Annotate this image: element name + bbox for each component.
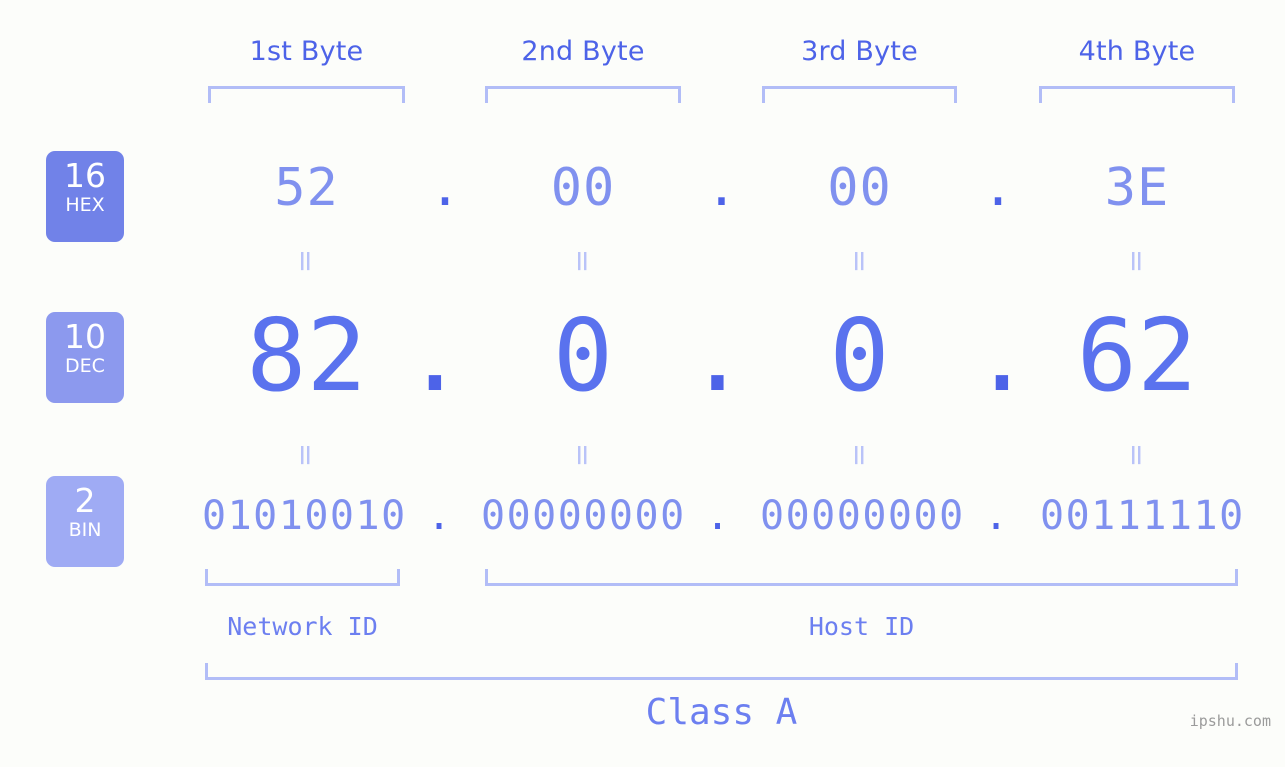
dec-separator-3: .: [971, 297, 1033, 414]
base-badge-dec-number: 10: [64, 317, 106, 356]
ip-address-breakdown-diagram: 1st Byte 2nd Byte 3rd Byte 4th Byte 16 H…: [0, 0, 1285, 767]
class-bracket: [205, 663, 1238, 680]
base-badge-bin-name: BIN: [68, 519, 102, 541]
dec-byte-2: 0: [552, 297, 614, 414]
class-label: Class A: [645, 692, 798, 733]
bin-byte-2: 00000000: [481, 493, 686, 539]
base-badge-bin-number: 2: [74, 481, 96, 520]
bin-byte-4: 00111110: [1040, 493, 1245, 539]
hex-separator-1: .: [429, 158, 461, 218]
equals-icon-hex-dec-3: =: [843, 248, 877, 274]
equals-icon-hex-dec-4: =: [1120, 248, 1154, 274]
byte-bracket-top-4: [1039, 86, 1235, 103]
host-id-bracket: [485, 569, 1238, 586]
equals-icon-dec-bin-1: =: [289, 442, 323, 468]
hex-byte-1: 52: [274, 158, 339, 218]
dec-separator-1: .: [404, 297, 466, 414]
dec-byte-4: 62: [1076, 297, 1198, 414]
byte-header-label-4: 4th Byte: [1078, 36, 1196, 67]
base-badge-bin: 2 BIN: [46, 476, 124, 567]
byte-bracket-top-3: [762, 86, 957, 103]
equals-icon-hex-dec-1: =: [289, 248, 323, 274]
network-id-label: Network ID: [227, 612, 378, 641]
byte-header-label-1: 1st Byte: [249, 36, 364, 67]
bin-byte-3: 00000000: [760, 493, 965, 539]
base-badge-hex-number: 16: [64, 156, 106, 195]
bin-byte-1: 01010010: [202, 493, 407, 539]
equals-icon-dec-bin-3: =: [843, 442, 877, 468]
hex-byte-3: 00: [827, 158, 892, 218]
bin-separator-2: .: [705, 493, 730, 539]
watermark: ipshu.com: [1189, 712, 1271, 730]
bin-separator-3: .: [983, 493, 1009, 539]
equals-icon-dec-bin-2: =: [566, 442, 600, 468]
hex-separator-3: .: [982, 158, 1014, 218]
byte-bracket-top-2: [485, 86, 681, 103]
bin-separator-1: .: [426, 493, 452, 539]
hex-separator-2: .: [705, 158, 738, 218]
dec-byte-3: 0: [829, 297, 890, 414]
base-badge-dec-name: DEC: [65, 355, 105, 377]
hex-byte-4: 3E: [1104, 158, 1170, 218]
dec-byte-1: 82: [246, 297, 367, 414]
equals-icon-hex-dec-2: =: [566, 248, 600, 274]
equals-icon-dec-bin-4: =: [1120, 442, 1154, 468]
hex-byte-2: 00: [550, 158, 616, 218]
host-id-label: Host ID: [808, 612, 915, 641]
byte-header-label-3: 3rd Byte: [801, 36, 918, 67]
byte-header-label-2: 2nd Byte: [521, 36, 645, 67]
byte-bracket-top-1: [208, 86, 405, 103]
dec-separator-2: .: [687, 297, 748, 414]
network-id-bracket: [205, 569, 400, 586]
base-badge-hex: 16 HEX: [46, 151, 124, 242]
base-badge-dec: 10 DEC: [46, 312, 124, 403]
base-badge-hex-name: HEX: [65, 194, 105, 216]
